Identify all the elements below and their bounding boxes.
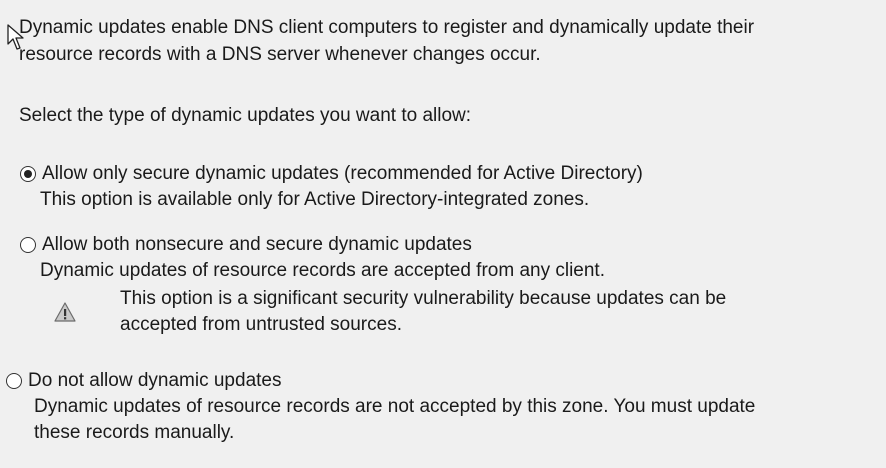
option-no-dynamic-updates: Do not allow dynamic updates Dynamic upd… [6,368,866,446]
radio-no-dynamic-updates[interactable]: Do not allow dynamic updates [6,368,866,394]
option-no-dynamic-updates-label[interactable]: Do not allow dynamic updates [28,368,281,394]
radio-button-checked[interactable] [20,166,36,182]
option-no-dynamic-updates-description-2: these records manually. [34,422,235,443]
dynamic-updates-panel: Dynamic updates enable DNS client comput… [0,0,886,468]
select-type-prompt: Select the type of dynamic updates you w… [19,105,472,126]
option-no-dynamic-updates-description-1: Dynamic updates of resource records are … [34,396,756,417]
security-warning-text: This option is a significant security vu… [120,286,840,338]
intro-line-2: resource records with a DNS server whene… [19,44,541,65]
warning-line-1: This option is a significant security vu… [120,288,727,309]
warning-icon [54,302,76,322]
option-nonsecure-and-secure: Allow both nonsecure and secure dynamic … [20,232,880,340]
radio-button-unchecked[interactable] [20,237,36,253]
option-secure-only-label[interactable]: Allow only secure dynamic updates (recom… [42,161,643,187]
intro-text: Dynamic updates enable DNS client comput… [19,14,879,68]
option-secure-only: Allow only secure dynamic updates (recom… [20,161,880,213]
radio-nonsecure-and-secure[interactable]: Allow both nonsecure and secure dynamic … [20,232,880,258]
option-secure-only-description: This option is available only for Active… [40,189,590,210]
option-nonsecure-and-secure-label[interactable]: Allow both nonsecure and secure dynamic … [42,232,472,258]
option-nonsecure-and-secure-description: Dynamic updates of resource records are … [40,260,605,281]
radio-button-unchecked[interactable] [6,373,22,389]
security-warning: This option is a significant security vu… [42,286,880,340]
intro-line-1: Dynamic updates enable DNS client comput… [19,17,755,38]
radio-secure-only[interactable]: Allow only secure dynamic updates (recom… [20,161,880,187]
warning-line-2: accepted from untrusted sources. [120,314,402,335]
